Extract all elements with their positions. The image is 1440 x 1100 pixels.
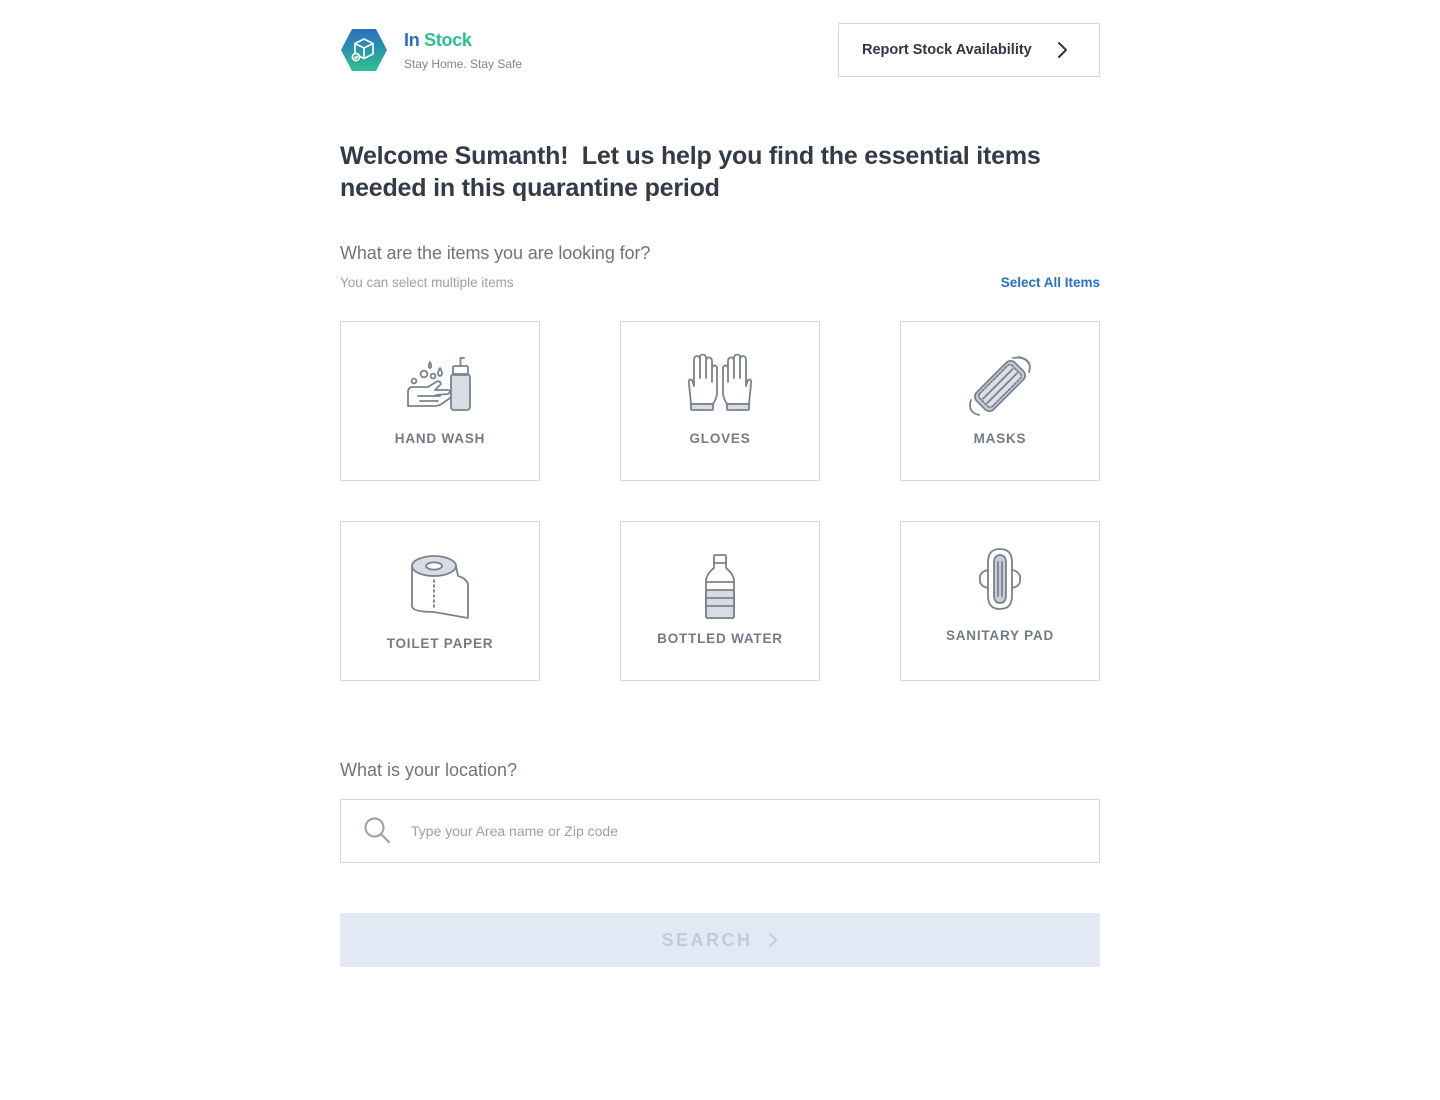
location-search-field[interactable] [340, 799, 1100, 863]
report-stock-availability-button[interactable]: Report Stock Availability [838, 23, 1100, 77]
report-button-label: Report Stock Availability [862, 42, 1032, 58]
item-card-toilet-paper[interactable]: TOILET PAPER [340, 521, 540, 681]
brand-text: In Stock Stay Home. Stay Safe [404, 30, 522, 71]
in-stock-logo-icon [341, 29, 387, 71]
welcome-line-1: Welcome Sumanth! Let us help you find th… [340, 142, 1041, 170]
location-input[interactable] [411, 800, 1081, 862]
hand-wash-icon [407, 357, 471, 411]
items-question: What are the items you are looking for? [340, 243, 651, 263]
brand-name-in: In [404, 30, 420, 50]
item-label: SANITARY PAD [945, 628, 1055, 643]
water-bottle-icon [705, 554, 735, 619]
item-card-bottled-water[interactable]: BOTTLED WATER [620, 521, 820, 681]
select-all-items-link[interactable]: Select All Items [1001, 275, 1100, 290]
welcome-heading: Welcome Sumanth! Let us help you find th… [340, 140, 1110, 204]
brand-name-stock: Stock [424, 30, 472, 50]
brand: In Stock Stay Home. Stay Safe [340, 28, 522, 72]
item-card-masks[interactable]: MASKS [900, 321, 1100, 481]
search-button-label: SEARCH [661, 929, 753, 950]
item-label: TOILET PAPER [386, 636, 494, 651]
welcome-line-2: needed in this quarantine period [340, 174, 720, 202]
location-question: What is your location? [340, 760, 518, 780]
item-label: HAND WASH [394, 431, 486, 446]
item-label: BOTTLED WATER [657, 631, 783, 646]
items-hint: You can select multiple items [340, 275, 514, 290]
toilet-paper-icon [411, 555, 469, 619]
search-button[interactable]: SEARCH [340, 913, 1100, 967]
gloves-icon [687, 354, 753, 411]
mask-icon [969, 356, 1031, 416]
chevron-right-icon [768, 933, 777, 947]
chevron-right-icon [1058, 42, 1067, 58]
tagline: Stay Home. Stay Safe [404, 57, 523, 71]
item-card-sanitary-pad[interactable]: SANITARY PAD [900, 521, 1100, 681]
sanitary-pad-icon [979, 548, 1021, 610]
brand-name: In Stock [404, 30, 522, 51]
item-label: GLOVES [689, 431, 751, 446]
search-icon [364, 817, 391, 844]
item-card-gloves[interactable]: GLOVES [620, 321, 820, 481]
item-card-hand-wash[interactable]: HAND WASH [340, 321, 540, 481]
item-label: MASKS [973, 431, 1027, 446]
